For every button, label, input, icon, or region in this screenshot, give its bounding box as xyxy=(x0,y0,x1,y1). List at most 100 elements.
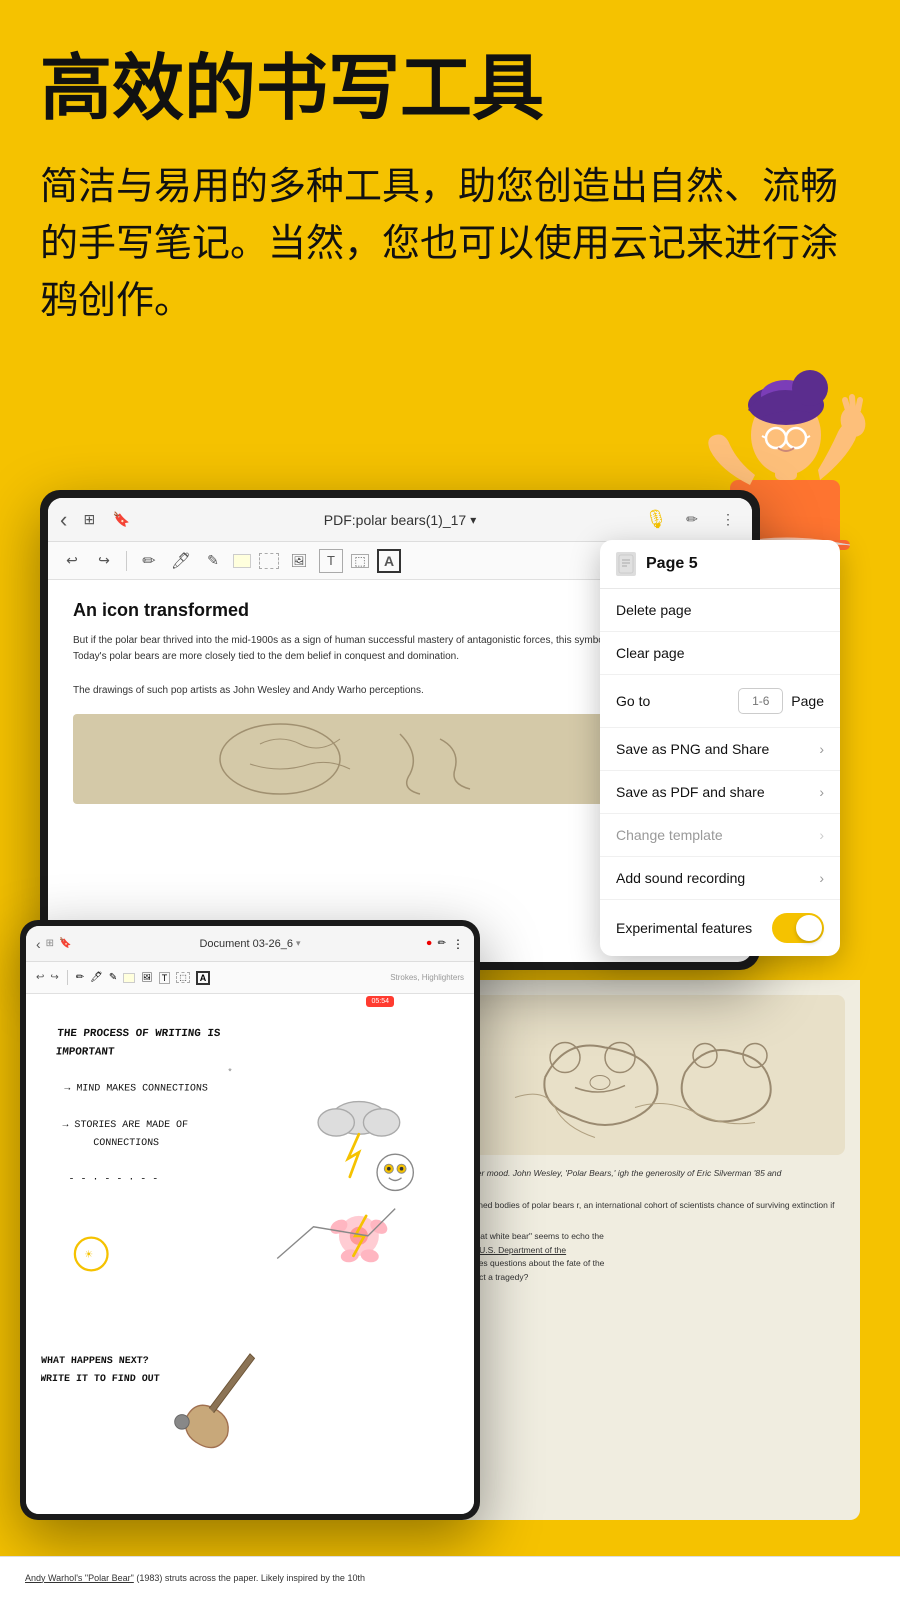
svg-text:- - · - - · - -: - - · - - · - - xyxy=(69,1173,159,1184)
svg-text:IMPORTANT: IMPORTANT xyxy=(55,1046,115,1058)
selection-tool-icon[interactable] xyxy=(259,553,279,569)
svg-text:☀: ☀ xyxy=(85,1248,93,1263)
doc-image-area xyxy=(465,995,845,1155)
svg-text:THE PROCESS OF WRITING IS: THE PROCESS OF WRITING IS xyxy=(57,1028,222,1040)
pen-tool-icon[interactable]: ✏ xyxy=(137,549,161,573)
header-section: 高效的书写工具 简洁与易用的多种工具，助您创造出自然、流畅的手写笔记。当然，您也… xyxy=(0,0,900,370)
save-png-arrow: › xyxy=(819,741,824,757)
phone-eraser[interactable] xyxy=(123,973,135,983)
doc-caption: mber mood. John Wesley, 'Polar Bears,' i… xyxy=(465,1167,845,1181)
text-tool-icon[interactable]: T xyxy=(319,549,343,573)
svg-text:WHAT HAPPENS NEXT?: WHAT HAPPENS NEXT? xyxy=(41,1355,149,1366)
pencil-tool-icon[interactable]: ✎ xyxy=(201,549,225,573)
svg-text:→ MIND MAKES CONNECTIONS: → MIND MAKES CONNECTIONS xyxy=(64,1083,208,1094)
bottom-doc-text: Andy Warhol's "Polar Bear" (1983) struts… xyxy=(25,1572,875,1586)
more-icon[interactable]: ⋮ xyxy=(716,508,740,532)
phone-left-icons: ⊞ 🔖 xyxy=(46,938,72,949)
page-icon xyxy=(616,552,636,576)
tablet-header: ‹ ⊞ 🔖 PDF:polar bears(1)_17 ▾ 🎙 ✏ ⋮ xyxy=(48,498,752,542)
doc-body-continuation-1: rtwined bodies of polar bears r, an inte… xyxy=(465,1199,845,1213)
page-subtitle: 简洁与易用的多种工具，助您创造出自然、流畅的手写笔记。当然，您也可以使用云记来进… xyxy=(40,159,860,330)
main-container: 高效的书写工具 简洁与易用的多种工具，助您创造出自然、流畅的手写笔记。当然，您也… xyxy=(0,0,900,1600)
experimental-toggle[interactable] xyxy=(772,913,824,943)
dept-underline: the U.S. Department of the xyxy=(465,1245,566,1255)
add-sound-item[interactable]: Add sound recording › xyxy=(600,857,840,900)
edit-icon[interactable]: ✏ xyxy=(680,508,704,532)
clear-page-item[interactable]: Clear page xyxy=(600,632,840,675)
shape-tool-icon[interactable]: ⬚ xyxy=(351,554,369,568)
goto-label: Go to xyxy=(616,693,650,709)
toolbar-divider-1 xyxy=(126,551,127,571)
phone-image[interactable]: 🖼 xyxy=(141,972,152,983)
clear-page-label: Clear page xyxy=(616,645,685,661)
doc-body-continuation-2: "great white bear" seems to echo the the… xyxy=(465,1230,845,1284)
tablet-right-icons: 🎙 ✏ ⋮ xyxy=(644,508,740,532)
goto-page-item[interactable]: Go to Page xyxy=(600,675,840,728)
redo-icon[interactable]: ↪ xyxy=(92,549,116,573)
save-png-item[interactable]: Save as PNG and Share › xyxy=(600,728,840,771)
change-template-item[interactable]: Change template › xyxy=(600,814,840,857)
phone-more-icon[interactable]: ⋮ xyxy=(452,937,464,951)
marker-tool-icon[interactable]: 🖊 xyxy=(169,549,193,573)
phone-screen: ‹ ⊞ 🔖 Document 03-26_6 ▾ ⏺ ✏ ⋮ ↩ ↪ xyxy=(26,926,474,1514)
phone-grid-icon[interactable]: ⊞ xyxy=(46,938,54,949)
dropdown-panel: Page 5 Delete page Clear page Go to Page… xyxy=(600,540,840,956)
experimental-label: Experimental features xyxy=(616,920,752,936)
page-title: 高效的书写工具 xyxy=(40,50,860,129)
save-pdf-label: Save as PDF and share xyxy=(616,784,765,800)
eraser-tool-icon[interactable] xyxy=(233,554,251,568)
bottom-doc-bar: Andy Warhol's "Polar Bear" (1983) struts… xyxy=(0,1556,900,1600)
bottom-doc-underline: Andy Warhol's "Polar Bear" xyxy=(25,1573,134,1583)
phone-content: THE PROCESS OF WRITING IS IMPORTANT → MI… xyxy=(26,994,474,1514)
phone-bookmark-icon[interactable]: 🔖 xyxy=(59,938,71,949)
phone-marker[interactable]: 🖊 xyxy=(90,972,103,983)
change-template-label: Change template xyxy=(616,827,723,843)
grid-icon[interactable]: ⊞ xyxy=(77,508,101,532)
phone-pen[interactable]: ✏ xyxy=(76,972,84,983)
phone-doc-title: Document 03-26_6 ▾ xyxy=(199,938,300,950)
goto-input[interactable] xyxy=(738,688,783,714)
undo-icon[interactable]: ↩ xyxy=(60,549,84,573)
delete-page-label: Delete page xyxy=(616,602,692,618)
phone-record-icon[interactable]: ⏺ xyxy=(427,938,432,949)
page-label: Page xyxy=(791,693,824,709)
save-pdf-item[interactable]: Save as PDF and share › xyxy=(600,771,840,814)
back-button[interactable]: ‹ xyxy=(60,507,67,533)
phone-undo[interactable]: ↩ xyxy=(36,972,44,983)
phone-back-btn[interactable]: ‹ xyxy=(36,936,41,952)
svg-text:CONNECTIONS: CONNECTIONS xyxy=(93,1137,159,1148)
add-sound-label: Add sound recording xyxy=(616,870,745,886)
phone-font[interactable]: A xyxy=(196,971,211,985)
toggle-knob xyxy=(796,915,822,941)
bookmark-icon[interactable]: 🔖 xyxy=(109,508,133,532)
timer-badge: 05:54 xyxy=(366,996,394,1007)
phone-edit-icon[interactable]: ✏ xyxy=(438,938,446,949)
phone-redo[interactable]: ↪ xyxy=(50,972,58,983)
phone-device: ‹ ⊞ 🔖 Document 03-26_6 ▾ ⏺ ✏ ⋮ ↩ ↪ xyxy=(20,920,480,1520)
phone-header: ‹ ⊞ 🔖 Document 03-26_6 ▾ ⏺ ✏ ⋮ xyxy=(26,926,474,962)
mic-icon[interactable]: 🎙 xyxy=(644,508,668,532)
save-png-label: Save as PNG and Share xyxy=(616,741,769,757)
svg-text:→ STORIES ARE MADE OF: → STORIES ARE MADE OF xyxy=(62,1119,188,1130)
tablet-left-icons: ⊞ 🔖 xyxy=(77,508,133,532)
phone-pencil[interactable]: ✎ xyxy=(109,972,117,983)
phone-text[interactable]: T xyxy=(159,972,171,984)
strokes-label: Strokes, Highlighters xyxy=(390,973,464,982)
goto-controls: Page xyxy=(738,688,824,714)
phone-right-icons: ⏺ ✏ ⋮ xyxy=(427,937,464,951)
tablet-doc-title[interactable]: PDF:polar bears(1)_17 ▾ xyxy=(324,512,476,528)
font-tool-icon[interactable]: A xyxy=(377,549,401,573)
image-tool-icon[interactable]: 🖼 xyxy=(287,549,311,573)
phone-divider xyxy=(67,970,68,985)
dropdown-header: Page 5 xyxy=(600,540,840,589)
doc-continuation: mber mood. John Wesley, 'Polar Bears,' i… xyxy=(450,980,860,1520)
svg-text:WRITE IT TO FIND OUT: WRITE IT TO FIND OUT xyxy=(41,1373,160,1384)
delete-page-item[interactable]: Delete page xyxy=(600,589,840,632)
phone-toolbar: ↩ ↪ ✏ 🖊 ✎ 🖼 T ⬚ A Strokes, Highlighters xyxy=(26,962,474,994)
phone-select[interactable]: ⬚ xyxy=(176,972,190,983)
change-template-arrow: › xyxy=(819,827,824,843)
save-pdf-arrow: › xyxy=(819,784,824,800)
svg-text:*: * xyxy=(227,1066,232,1077)
experimental-item[interactable]: Experimental features xyxy=(600,900,840,956)
dropdown-page-label: Page 5 xyxy=(646,555,698,573)
